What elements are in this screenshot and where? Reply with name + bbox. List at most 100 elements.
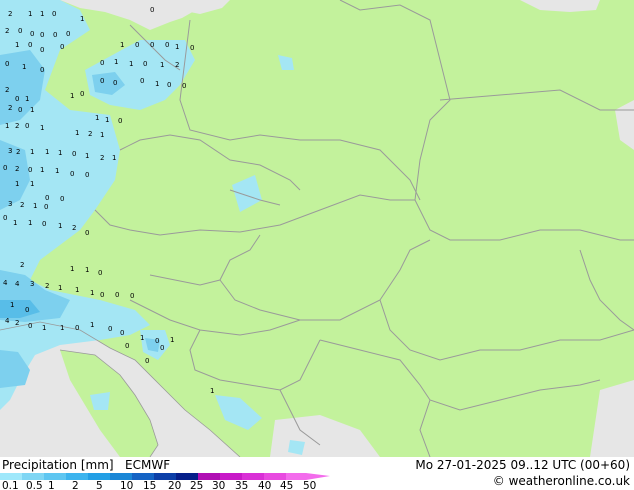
station-value: 3 (8, 200, 12, 208)
scale-tick-label: 25 (190, 480, 203, 490)
station-value: 0 (130, 292, 134, 300)
scale-tick-label: 5 (96, 480, 103, 490)
precipitation-title: Precipitation [mm] (2, 458, 114, 472)
station-value: 0 (40, 46, 44, 54)
station-value: 1 (120, 41, 124, 49)
station-value: 2 (16, 148, 20, 156)
forecast-time: Mo 27-01-2025 09..12 UTC (00+60) (415, 458, 630, 472)
station-value: 1 (75, 129, 79, 137)
station-value: 0 (85, 171, 89, 179)
scale-swatch (66, 473, 88, 480)
station-value: 1 (58, 149, 62, 157)
station-value: 0 (108, 325, 112, 333)
station-value: 0 (100, 77, 104, 85)
scale-swatch (22, 473, 44, 480)
scale-tick-label: 40 (258, 480, 271, 490)
station-value: 0 (15, 95, 19, 103)
scale-swatch (198, 473, 220, 480)
station-value: 0 (18, 106, 22, 114)
station-value: 0 (98, 269, 102, 277)
station-value: 0 (143, 60, 147, 68)
station-value: 0 (60, 43, 64, 51)
station-value: 1 (170, 336, 174, 344)
station-value: 0 (100, 59, 104, 67)
station-value: 2 (175, 61, 179, 69)
scale-tick-label: 35 (235, 480, 248, 490)
station-value: 1 (15, 41, 19, 49)
station-value: 2 (100, 154, 104, 162)
scale-bars (0, 473, 306, 480)
station-value: 1 (140, 334, 144, 342)
scale-arrow (306, 473, 330, 480)
scale-swatch (176, 473, 198, 480)
station-value: 0 (190, 44, 194, 52)
station-value: 1 (40, 166, 44, 174)
station-value: 1 (30, 106, 34, 114)
station-value: 3 (8, 147, 12, 155)
station-value: 1 (42, 324, 46, 332)
model-name: ECMWF (125, 458, 171, 472)
station-value: 2 (8, 10, 12, 18)
station-value: 2 (8, 104, 12, 112)
station-value: 1 (45, 148, 49, 156)
scale-tick-label: 50 (303, 480, 316, 490)
station-value: 0 (125, 342, 129, 350)
scale-swatch (220, 473, 242, 480)
station-value: 0 (135, 41, 139, 49)
station-value: 1 (40, 10, 44, 18)
station-value: 0 (40, 66, 44, 74)
precipitation-map: 2 1 1 012 0 0 0 0 01 00 001 0 0 0 1 00 1 1 0 1 20 1 01 00 0 0 1 0 02… (0, 0, 634, 457)
station-value: 1 (85, 152, 89, 160)
station-value: 1 (175, 43, 179, 51)
station-value: 0 (155, 337, 159, 345)
station-value: 1 (85, 266, 89, 274)
station-value: 1 (90, 289, 94, 297)
station-value: 1 (58, 222, 62, 230)
credit-link[interactable]: © weatheronline.co.uk (493, 474, 630, 488)
station-value: 1 (28, 10, 32, 18)
station-value: 0 (52, 10, 56, 18)
scale-swatch (264, 473, 286, 480)
station-value: 0 (53, 31, 57, 39)
station-value: 0 (100, 291, 104, 299)
station-value: 2 (20, 261, 24, 269)
station-value: 4 (5, 317, 10, 325)
scale-tick-label: 10 (120, 480, 133, 490)
station-value: 1 (55, 167, 59, 175)
station-value: 1 (112, 154, 116, 162)
station-value: 1 (15, 180, 19, 188)
scale-tick-label: 2 (72, 480, 79, 490)
station-value: 0 (40, 31, 44, 39)
station-value: 3 (30, 280, 34, 288)
scale-tick-label: 30 (212, 480, 225, 490)
station-value: 1 (75, 286, 79, 294)
legend-title: Precipitation [mm] ECMWF (2, 458, 170, 472)
station-value: 1 (95, 114, 99, 122)
station-value: 1 (5, 122, 9, 130)
station-value: 1 (129, 60, 133, 68)
station-value: 1 (33, 202, 37, 210)
station-value: 2 (5, 86, 9, 94)
station-value: 0 (113, 79, 117, 87)
station-value: 0 (28, 166, 32, 174)
scale-tick-label: 15 (143, 480, 156, 490)
station-value: 0 (30, 30, 34, 38)
station-value: 0 (70, 170, 74, 178)
station-value: 0 (72, 150, 76, 158)
station-value: 1 (80, 15, 84, 23)
station-value: 0 (44, 203, 48, 211)
station-value: 0 (3, 164, 7, 172)
station-value: 1 (58, 284, 62, 292)
station-value: 2 (20, 201, 24, 209)
station-value: 1 (10, 301, 14, 309)
station-value: 0 (115, 291, 119, 299)
station-value: 0 (66, 30, 70, 38)
scale-ticks: 0.1 0.5 1 2 5 10 15 20 25 30 35 40 45 50 (2, 480, 316, 490)
scale-swatch (110, 473, 132, 480)
scale-tick-label: 0.5 (26, 480, 43, 490)
station-value: 1 (114, 58, 118, 66)
scale-tick-label: 20 (168, 480, 181, 490)
station-value: 0 (75, 324, 79, 332)
scale-tick-label: 0.1 (2, 480, 19, 490)
scale-swatch (242, 473, 264, 480)
